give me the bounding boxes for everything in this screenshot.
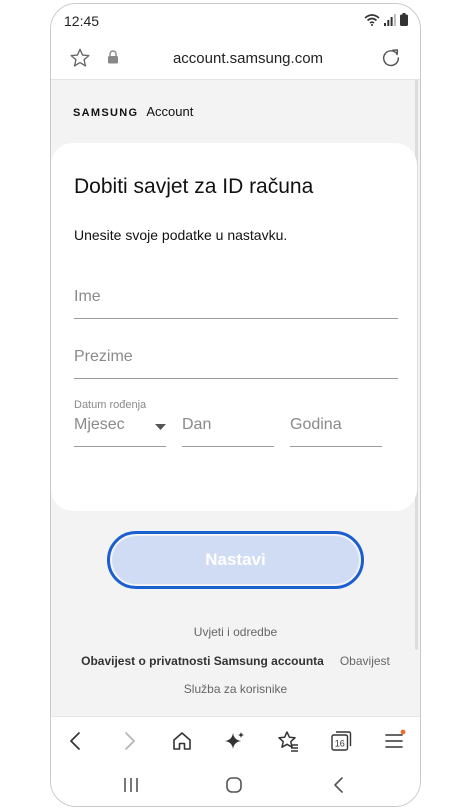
page-title: Dobiti savjet za ID računa	[74, 175, 314, 198]
home-circle-icon[interactable]	[224, 775, 244, 795]
terms-link[interactable]: Uvjeti i odredbe	[194, 625, 277, 639]
footer-links-row-1: Uvjeti i odredbe	[51, 625, 420, 639]
tab-count: 16	[335, 739, 345, 749]
status-bar: 12:45	[51, 4, 420, 38]
support-link[interactable]: Služba za korisnike	[184, 682, 287, 696]
forward-icon[interactable]	[117, 729, 141, 753]
tabs-icon[interactable]: 16	[329, 729, 353, 753]
browser-url-bar: account.samsung.com	[51, 38, 420, 80]
signal-icon	[384, 13, 396, 26]
first-name-input[interactable]: Ime	[74, 275, 398, 319]
ai-sparkle-icon[interactable]	[223, 729, 247, 753]
brand-samsung: SAMSUNG	[73, 107, 139, 119]
footer-links-row-3: Služba za korisnike	[51, 682, 420, 696]
continue-button[interactable]: Nastavi	[112, 536, 359, 584]
menu-icon[interactable]	[382, 729, 406, 753]
brand-account: Account	[146, 104, 194, 119]
date-of-birth-label: Datum rođenja	[74, 399, 147, 411]
browser-toolbar: 16	[51, 716, 420, 764]
last-name-placeholder: Prezime	[74, 348, 133, 365]
recents-icon[interactable]	[121, 775, 141, 795]
month-placeholder: Mjesec	[74, 416, 125, 433]
bookmarks-icon[interactable]	[276, 729, 300, 753]
continue-button-label: Nastavi	[205, 550, 266, 569]
dropdown-caret-icon	[155, 424, 166, 430]
continue-button-highlight: Nastavi	[107, 531, 364, 589]
day-input[interactable]: Dan	[182, 411, 274, 447]
system-navigation-bar	[51, 764, 420, 806]
last-name-input[interactable]: Prezime	[74, 335, 398, 379]
status-time: 12:45	[64, 13, 100, 29]
samsung-account-logo: SAMSUNG Account	[73, 104, 193, 119]
privacy-link[interactable]: Obavijest o privatnosti Samsung accounta	[81, 654, 324, 668]
month-select[interactable]: Mjesec	[74, 411, 166, 447]
url-text[interactable]: account.samsung.com	[51, 50, 420, 67]
web-content: SAMSUNG Account Dobiti savjet za ID raču…	[51, 80, 420, 716]
back-icon[interactable]	[64, 729, 88, 753]
home-icon[interactable]	[170, 729, 194, 753]
reload-icon[interactable]	[380, 47, 402, 69]
page-subtitle: Unesite svoje podatke u nastavku.	[74, 227, 288, 243]
status-icons	[364, 13, 408, 26]
wifi-icon	[364, 13, 380, 26]
first-name-placeholder: Ime	[74, 288, 101, 305]
year-placeholder: Godina	[290, 416, 342, 433]
year-input[interactable]: Godina	[290, 411, 382, 447]
notice-link[interactable]: Obavijest	[340, 654, 390, 668]
phone-frame: 12:45 account.samsung.com SAMSUNG Accoun…	[50, 3, 421, 807]
form-card: Dobiti savjet za ID računa Unesite svoje…	[51, 143, 417, 511]
notification-dot	[400, 729, 406, 735]
day-placeholder: Dan	[182, 416, 212, 433]
back-chevron-icon[interactable]	[329, 775, 349, 795]
footer-links-row-2: Obavijest o privatnosti Samsung accounta…	[51, 654, 420, 668]
battery-icon	[400, 13, 408, 26]
